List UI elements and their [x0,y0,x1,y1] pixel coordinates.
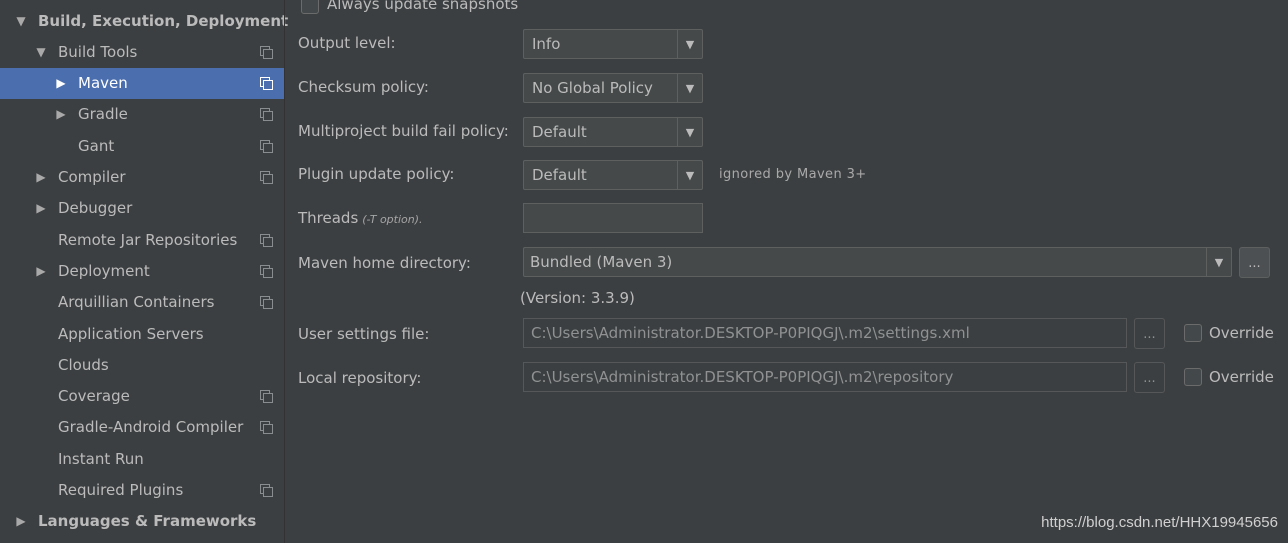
sidebar-item-label: Deployment [58,261,150,280]
threads-label-text: Threads [298,209,359,227]
sidebar-item[interactable]: ▼ Build, Execution, Deployment [0,5,288,36]
user-settings-override-checkbox[interactable] [1184,324,1202,342]
sidebar-item[interactable]: Remote Jar Repositories [0,224,284,255]
chevron-down-icon[interactable]: ▼ [1206,248,1231,276]
expand-arrow-right-icon[interactable]: ▶ [54,76,68,90]
sidebar-item[interactable]: ▶ Maven [0,67,284,99]
user-settings-override-label: Override [1209,324,1274,342]
sidebar-item-label: Arquillian Containers [58,293,215,312]
sidebar-item[interactable]: Gant [0,130,284,161]
sidebar-item[interactable]: Application Servers [0,318,284,349]
maven-home-dropdown[interactable]: Bundled (Maven 3) ▼ [523,247,1232,277]
threads-hint: (-T option). [362,213,423,226]
expand-arrow-right-icon[interactable]: ▶ [34,201,48,215]
plugin-update-policy-dropdown[interactable]: Default ▼ [523,160,703,190]
sidebar-item-label: Languages & Frameworks [38,512,257,531]
project-settings-copy-icon [260,264,273,278]
sidebar-item[interactable]: Clouds [0,349,284,380]
maven-home-value: Bundled (Maven 3) [530,253,673,271]
user-settings-field[interactable]: C:\Users\Administrator.DESKTOP-P0PIQGJ\.… [523,318,1127,348]
project-settings-copy-icon [260,45,273,59]
sidebar-item[interactable]: Instant Run [0,443,284,474]
expand-arrow-right-icon[interactable]: ▶ [54,107,68,121]
plugin-update-policy-value: Default [532,166,587,184]
project-settings-copy-icon [260,390,273,404]
sidebar-item-label: Required Plugins [58,481,184,499]
sidebar-item-label: Debugger [58,199,133,218]
always-update-snapshots-checkbox[interactable] [301,0,319,14]
project-settings-copy-icon [260,421,273,435]
project-settings-copy-icon [260,77,273,91]
sidebar-item-label: Gradle [78,105,128,124]
maven-home-label: Maven home directory: [298,254,471,272]
chevron-down-icon[interactable]: ▼ [677,30,702,58]
expand-arrow-down-icon[interactable]: ▼ [14,14,28,28]
sidebar-item-label: Instant Run [58,449,144,468]
user-settings-label: User settings file: [298,325,430,343]
sidebar-item[interactable]: Arquillian Containers [0,287,284,318]
settings-window: ▼ Build, Execution, Deployment ▼ Build Tool… [0,0,1288,543]
sidebar-item-label: Build, Execution, Deployment [38,11,289,30]
project-settings-copy-icon [260,296,273,310]
local-repository-label: Local repository: [298,369,422,387]
project-settings-copy-icon [260,484,273,497]
user-settings-browse-button[interactable]: ... [1134,318,1165,349]
sidebar-item[interactable]: ▶ Languages & Frameworks [0,506,284,537]
threads-label: Threads (-T option). [298,209,423,227]
sidebar-item[interactable]: Coverage [0,381,284,412]
sidebar-item[interactable]: Gradle-Android Compiler [0,412,284,443]
chevron-down-icon[interactable]: ▼ [677,161,702,189]
output-level-dropdown[interactable]: Info ▼ [523,29,703,59]
sidebar-item-label: Gant [78,136,115,155]
project-settings-copy-icon [260,139,273,153]
project-settings-copy-icon [260,108,273,122]
sidebar-item-label: Maven [78,74,128,93]
local-repository-override-label: Override [1209,368,1274,386]
sidebar-item-label: Compiler [58,168,126,186]
checksum-policy-dropdown[interactable]: No Global Policy ▼ [523,73,703,103]
sidebar-item[interactable]: ▶ Debugger [0,193,284,224]
sidebar-divider [284,0,285,543]
always-update-snapshots-label: Always update snapshots [327,0,519,13]
expand-arrow-right-icon[interactable]: ▶ [34,170,48,184]
local-repository-override-checkbox[interactable] [1184,368,1202,386]
checksum-policy-value: No Global Policy [532,79,653,97]
checksum-policy-label: Checksum policy: [298,78,429,96]
sidebar-item[interactable]: ▶ Deployment [0,255,284,286]
output-level-label: Output level: [298,34,396,52]
sidebar-item[interactable]: Required Plugins [0,475,284,506]
chevron-down-icon[interactable]: ▼ [677,118,702,146]
sidebar-item-label: Build Tools [58,42,138,61]
sidebar-item-label: Gradle-Android Compiler [58,418,244,437]
local-repository-field[interactable]: C:\Users\Administrator.DESKTOP-P0PIQGJ\.… [523,362,1127,392]
sidebar-item-label: Remote Jar Repositories [58,230,238,249]
plugin-update-policy-note: ignored by Maven 3+ [719,167,867,182]
plugin-update-policy-label: Plugin update policy: [298,165,455,183]
multiproject-fail-policy-value: Default [532,123,587,141]
maven-home-browse-button[interactable]: ... [1239,247,1270,278]
sidebar-item-label: Application Servers [58,324,204,343]
sidebar-item[interactable]: ▶ Compiler [0,162,284,193]
expand-arrow-down-icon[interactable]: ▼ [34,45,48,59]
sidebar-item-label: Clouds [58,355,109,374]
expand-arrow-right-icon[interactable]: ▶ [34,264,48,278]
output-level-value: Info [532,35,561,53]
sidebar-item[interactable]: ▼ Build Tools [0,36,284,67]
project-settings-copy-icon [260,233,273,247]
multiproject-fail-policy-label: Multiproject build fail policy: [298,122,509,140]
threads-input[interactable] [523,203,703,233]
sidebar-item[interactable]: ▶ Gradle [0,99,284,130]
watermark-url: https://blog.csdn.net/HHX19945656 [1041,514,1278,531]
multiproject-fail-policy-dropdown[interactable]: Default ▼ [523,117,703,147]
project-settings-copy-icon [260,171,273,184]
expand-arrow-right-icon[interactable]: ▶ [14,514,28,528]
local-repository-browse-button[interactable]: ... [1134,362,1165,393]
settings-tree: ▼ Build, Execution, Deployment ▼ Build Tool… [0,0,288,543]
chevron-down-icon[interactable]: ▼ [677,74,702,102]
sidebar-item-label: Coverage [58,387,130,406]
maven-version-label: (Version: 3.3.9) [520,289,635,307]
